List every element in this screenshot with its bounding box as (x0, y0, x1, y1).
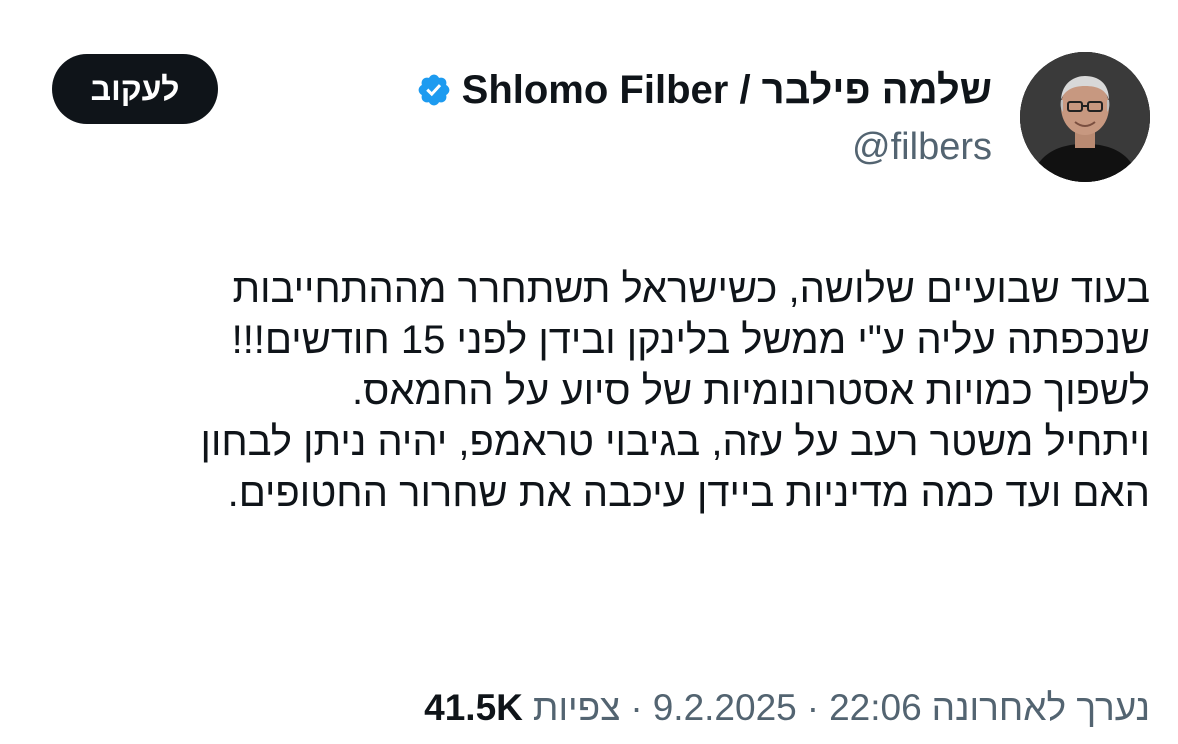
tweet-meta: נערך לאחרונה 22:06 · 9.2.2025 · צפיות 41… (424, 684, 1150, 732)
edited-label[interactable]: נערך לאחרונה (932, 684, 1150, 732)
follow-button[interactable]: לעקוב (52, 54, 218, 124)
tweet-date[interactable]: 9.2.2025 (653, 684, 797, 732)
tweet-text-line: לשפוך כמויות אסטרונומיות של סיוע על החמא… (352, 369, 1150, 413)
tweet-time[interactable]: 22:06 (829, 684, 922, 732)
views-count: 41.5K (424, 687, 523, 728)
tweet-text-line: האם ועד כמה מדיניות ביידן עיכבה את שחרור… (227, 471, 1150, 515)
tweet-card: שלמה פילבר / Shlomo Filber @filbers לעקו… (0, 0, 1178, 744)
profile-photo-icon (1020, 52, 1150, 182)
tweet-text-line: בעוד שבועיים שלושה, כשישראל תשתחרר מההתח… (232, 267, 1150, 311)
meta-separator: · (630, 687, 643, 728)
verified-badge-icon[interactable] (416, 72, 452, 108)
tweet-text-line: שנכפתה עליה ע"י ממשל בלינקן ובידן לפני 1… (231, 318, 1150, 362)
meta-separator: · (806, 687, 820, 728)
tweet-text: בעוד שבועיים שלושה, כשישראל תשתחרר מההתח… (40, 264, 1150, 519)
author-handle[interactable]: @filbers (852, 124, 992, 170)
author-display-name[interactable]: שלמה פילבר / Shlomo Filber (462, 66, 992, 114)
avatar[interactable] (1020, 52, 1150, 182)
author-name-row[interactable]: שלמה פילבר / Shlomo Filber (416, 66, 992, 114)
tweet-text-line: ויתחיל משטר רעב על עזה, בגיבוי טראמפ, יה… (200, 420, 1150, 464)
views-label: צפיות (532, 687, 621, 728)
